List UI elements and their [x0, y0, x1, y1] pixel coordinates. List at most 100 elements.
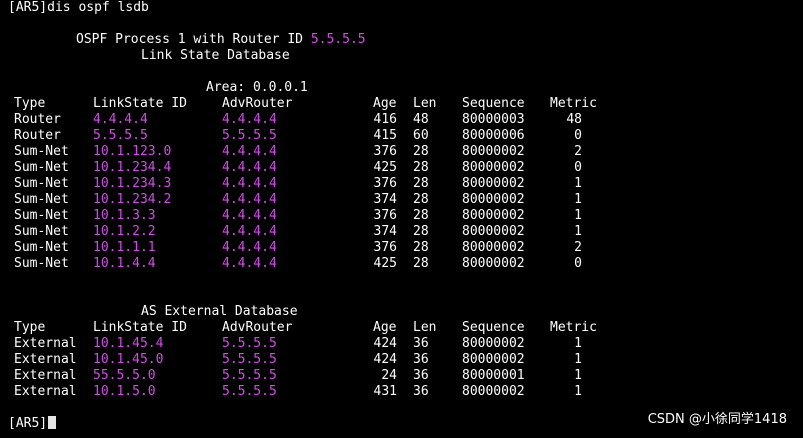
- cell-sequence: 80000002: [462, 176, 525, 191]
- cell-type: External: [14, 384, 77, 399]
- lsdb-row: Sum-Net 10.1.2.2 4.4.4.4 374 28 80000002 1: [0, 224, 803, 240]
- cell-metric: 1: [574, 208, 582, 223]
- cell-type: Sum-Net: [14, 208, 69, 223]
- lsdb-row: External 10.1.5.0 5.5.5.5 431 36 80000002 1: [0, 384, 803, 400]
- cell-type: Sum-Net: [14, 224, 69, 239]
- col-advrouter: AdvRouter: [222, 320, 293, 335]
- lsdb-row: Router 4.4.4.4 4.4.4.4 416 48 80000003 48: [0, 112, 803, 128]
- cell-advrouter: 5.5.5.5: [222, 352, 277, 367]
- cell-age: 376: [373, 144, 397, 159]
- cell-sequence: 80000002: [462, 144, 525, 159]
- command-line: [AR5]dis ospf lsdb: [8, 0, 149, 15]
- col-lsid: LinkState ID: [93, 320, 187, 335]
- col-lsid: LinkState ID: [93, 96, 187, 111]
- lsdb-row: Router 5.5.5.5 5.5.5.5 415 60 80000006 0: [0, 128, 803, 144]
- cell-sequence: 80000002: [462, 224, 525, 239]
- cell-advrouter: 5.5.5.5: [222, 384, 277, 399]
- cell-metric: 1: [574, 176, 582, 191]
- cell-age: 376: [373, 176, 397, 191]
- cell-lsid: 55.5.5.0: [93, 368, 156, 383]
- lsdb-title: Link State Database: [141, 48, 290, 63]
- cell-lsid: 10.1.1.1: [93, 240, 156, 255]
- lsdb-row: External 10.1.45.0 5.5.5.5 424 36 80000002 1: [0, 352, 803, 368]
- col-age: Age: [373, 320, 397, 335]
- col-type: Type: [14, 320, 46, 335]
- area-header-row: Type LinkState ID AdvRouter Age Len Sequ…: [0, 96, 803, 112]
- terminal-window[interactable]: [AR5]dis ospf lsdb OSPF Process 1 with R…: [0, 0, 803, 438]
- cell-lsid: 10.1.123.0: [93, 144, 172, 159]
- lsdb-row: Sum-Net 10.1.234.3 4.4.4.4 376 28 80000002 1: [0, 176, 803, 192]
- cell-lsid: 10.1.234.3: [93, 176, 172, 191]
- cell-len: 48: [413, 112, 429, 127]
- cell-sequence: 80000002: [462, 160, 525, 175]
- col-sequence: Sequence: [462, 96, 525, 111]
- cell-advrouter: 5.5.5.5: [222, 128, 277, 143]
- cell-len: 28: [413, 240, 429, 255]
- col-len: Len: [413, 96, 437, 111]
- col-len: Len: [413, 320, 437, 335]
- col-advrouter: AdvRouter: [222, 96, 293, 111]
- col-type: Type: [14, 96, 46, 111]
- cell-len: 28: [413, 144, 429, 159]
- process-prefix: OSPF Process 1 with Router ID: [76, 32, 311, 47]
- lsdb-row: Sum-Net 10.1.234.4 4.4.4.4 425 28 80000002 0: [0, 160, 803, 176]
- cell-type: Sum-Net: [14, 256, 69, 271]
- cell-lsid: 10.1.234.4: [93, 160, 172, 175]
- cell-sequence: 80000001: [462, 368, 525, 383]
- cell-age: 415: [373, 128, 397, 143]
- prompt: [AR5]: [8, 416, 48, 431]
- cell-age: 424: [373, 352, 397, 367]
- lsdb-row: External 10.1.45.4 5.5.5.5 424 36 80000002 1: [0, 336, 803, 352]
- watermark: CSDN @小徐同学1418: [647, 412, 787, 427]
- cell-metric: 1: [574, 384, 582, 399]
- lsdb-row: Sum-Net 10.1.234.2 4.4.4.4 374 28 80000002 1: [0, 192, 803, 208]
- cell-age: 376: [373, 240, 397, 255]
- cell-type: Router: [14, 112, 61, 127]
- cell-sequence: 80000002: [462, 256, 525, 271]
- cell-lsid: 10.1.3.3: [93, 208, 156, 223]
- cell-lsid: 10.1.45.4: [93, 336, 164, 351]
- cell-len: 28: [413, 208, 429, 223]
- cell-lsid: 5.5.5.5: [93, 128, 148, 143]
- cell-age: 24: [381, 368, 397, 383]
- area-label: Area: 0.0.0.1: [206, 80, 308, 95]
- cell-metric: 0: [574, 160, 582, 175]
- cell-type: Sum-Net: [14, 176, 69, 191]
- cell-len: 28: [413, 176, 429, 191]
- cell-lsid: 10.1.4.4: [93, 256, 156, 271]
- cell-sequence: 80000002: [462, 208, 525, 223]
- cell-lsid: 10.1.45.0: [93, 352, 164, 367]
- cell-type: External: [14, 368, 77, 383]
- cell-type: Sum-Net: [14, 160, 69, 175]
- lsdb-row: Sum-Net 10.1.123.0 4.4.4.4 376 28 80000002 2: [0, 144, 803, 160]
- external-header-row: Type LinkState ID AdvRouter Age Len Sequ…: [0, 320, 803, 336]
- cell-lsid: 10.1.2.2: [93, 224, 156, 239]
- cell-len: 28: [413, 224, 429, 239]
- cell-sequence: 80000003: [462, 112, 525, 127]
- col-age: Age: [373, 96, 397, 111]
- cell-advrouter: 4.4.4.4: [222, 256, 277, 271]
- cell-type: Router: [14, 128, 61, 143]
- cell-age: 416: [373, 112, 397, 127]
- external-label: AS External Database: [141, 304, 298, 319]
- prompt-line[interactable]: [AR5]: [8, 416, 57, 432]
- cell-age: 374: [373, 224, 397, 239]
- cell-sequence: 80000002: [462, 336, 525, 351]
- router-id: 5.5.5.5: [310, 32, 366, 47]
- cell-len: 36: [413, 368, 429, 383]
- cell-advrouter: 4.4.4.4: [222, 240, 277, 255]
- cell-sequence: 80000002: [462, 384, 525, 399]
- cell-advrouter: 4.4.4.4: [222, 160, 277, 175]
- cell-metric: 1: [574, 352, 582, 367]
- lsdb-row: Sum-Net 10.1.3.3 4.4.4.4 376 28 80000002 1: [0, 208, 803, 224]
- cell-metric: 2: [574, 240, 582, 255]
- cell-len: 36: [413, 352, 429, 367]
- cell-sequence: 80000006: [462, 128, 525, 143]
- cell-lsid: 10.1.234.2: [93, 192, 172, 207]
- cell-type: External: [14, 336, 77, 351]
- cell-type: Sum-Net: [14, 192, 69, 207]
- lsdb-row: Sum-Net 10.1.1.1 4.4.4.4 376 28 80000002 2: [0, 240, 803, 256]
- cell-metric: 0: [574, 128, 582, 143]
- cell-advrouter: 4.4.4.4: [222, 112, 277, 127]
- cell-advrouter: 5.5.5.5: [222, 368, 277, 383]
